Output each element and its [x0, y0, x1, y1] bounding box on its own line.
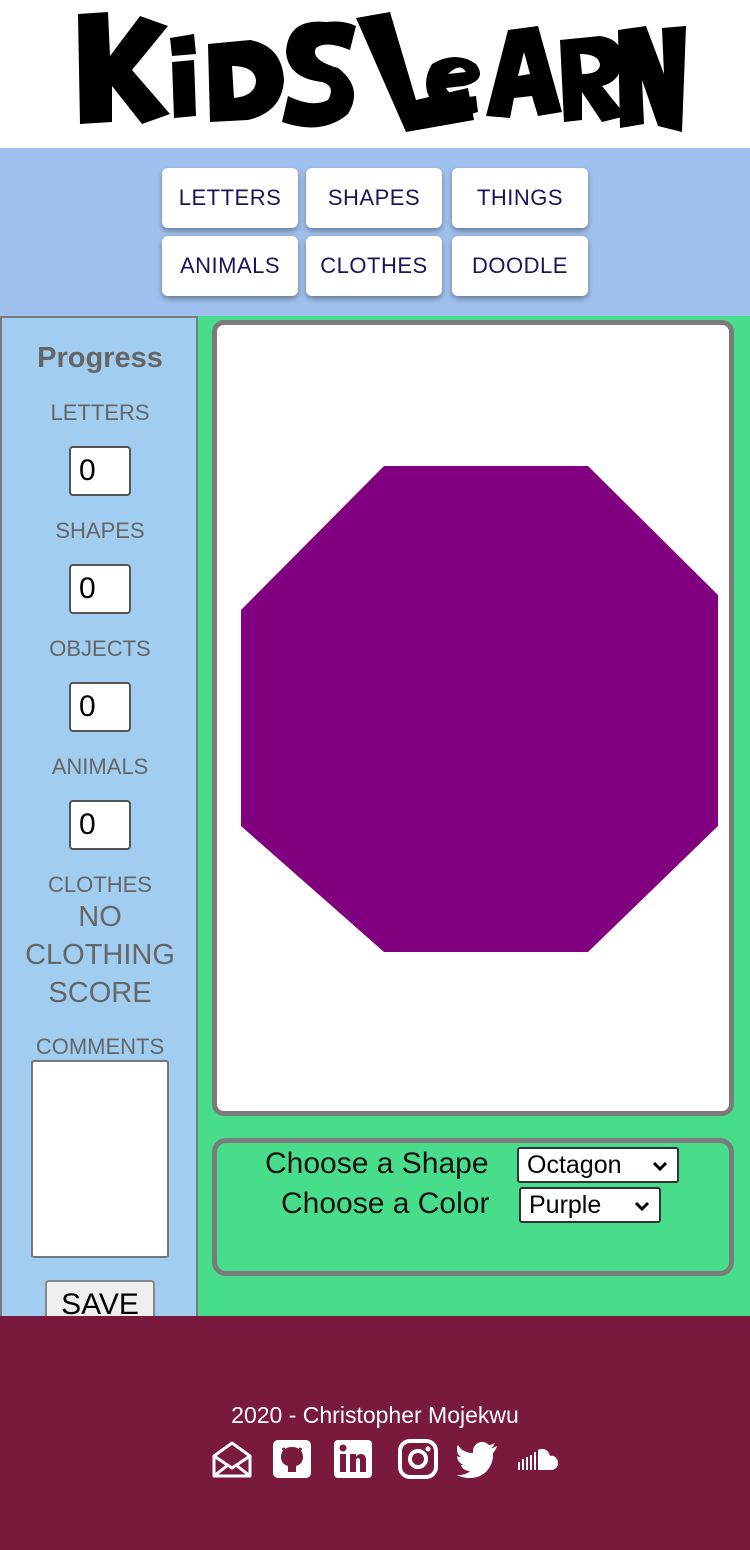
- color-select[interactable]: Purple: [519, 1187, 661, 1223]
- instagram-icon[interactable]: [397, 1438, 439, 1480]
- letters-label: LETTERS: [50, 400, 150, 425]
- category-nav: LETTERS SHAPES THINGS ANIMALS CLOTHES DO…: [0, 148, 750, 316]
- nav-letters-button[interactable]: LETTERS: [162, 168, 298, 228]
- nav-things-button[interactable]: THINGS: [452, 168, 588, 228]
- footer: 2020 - Christopher Mojekwu: [0, 1316, 750, 1550]
- choose-shape-label: Choose a Shape: [265, 1147, 489, 1180]
- nav-animals-button[interactable]: ANIMALS: [162, 236, 298, 296]
- clothes-label: CLOTHES: [48, 872, 152, 897]
- animals-score-field[interactable]: 0: [69, 800, 131, 850]
- shapes-score-field[interactable]: 0: [69, 564, 131, 614]
- comments-textarea[interactable]: [31, 1060, 169, 1258]
- progress-title: Progress: [37, 342, 163, 374]
- nav-doodle-button[interactable]: DOODLE: [452, 236, 588, 296]
- animals-label: ANIMALS: [51, 754, 149, 779]
- color-select-value: Purple: [529, 1190, 602, 1219]
- chevron-down-icon: [634, 1201, 650, 1212]
- kids-learn-logo[interactable]: [60, 4, 690, 140]
- nav-clothes-button[interactable]: CLOTHES: [306, 236, 442, 296]
- shape-select[interactable]: Octagon: [517, 1147, 679, 1183]
- header: [0, 0, 750, 148]
- footer-credit: 2020 - Christopher Mojekwu: [231, 1402, 519, 1428]
- letters-score-field[interactable]: 0: [69, 446, 131, 496]
- choose-color-label: Choose a Color: [281, 1187, 490, 1220]
- shape-controls: Choose a Shape Octagon Choose a Color Pu…: [212, 1138, 734, 1276]
- github-icon[interactable]: [271, 1438, 313, 1480]
- nav-shapes-button[interactable]: SHAPES: [306, 168, 442, 228]
- objects-label: OBJECTS: [49, 636, 151, 661]
- shape-display: [241, 466, 718, 952]
- comments-label: COMMENTS: [35, 1034, 165, 1059]
- save-button[interactable]: SAVE: [45, 1280, 155, 1316]
- shapes-label: SHAPES: [55, 518, 145, 543]
- main-area: Choose a Shape Octagon Choose a Color Pu…: [198, 316, 750, 1316]
- octagon-shape: [241, 466, 718, 952]
- soundcloud-icon[interactable]: [517, 1438, 559, 1480]
- twitter-icon[interactable]: [457, 1438, 499, 1480]
- clothes-score-text: NO CLOTHING SCORE: [25, 901, 175, 1009]
- chevron-down-icon: [652, 1161, 668, 1172]
- objects-score-field[interactable]: 0: [69, 682, 131, 732]
- email-icon[interactable]: [211, 1438, 253, 1480]
- linkedin-icon[interactable]: [332, 1438, 374, 1480]
- progress-sidebar: Progress LETTERS 0 SHAPES 0 OBJECTS 0 AN…: [0, 316, 198, 1316]
- shape-select-value: Octagon: [527, 1150, 622, 1179]
- shape-canvas[interactable]: [212, 320, 734, 1116]
